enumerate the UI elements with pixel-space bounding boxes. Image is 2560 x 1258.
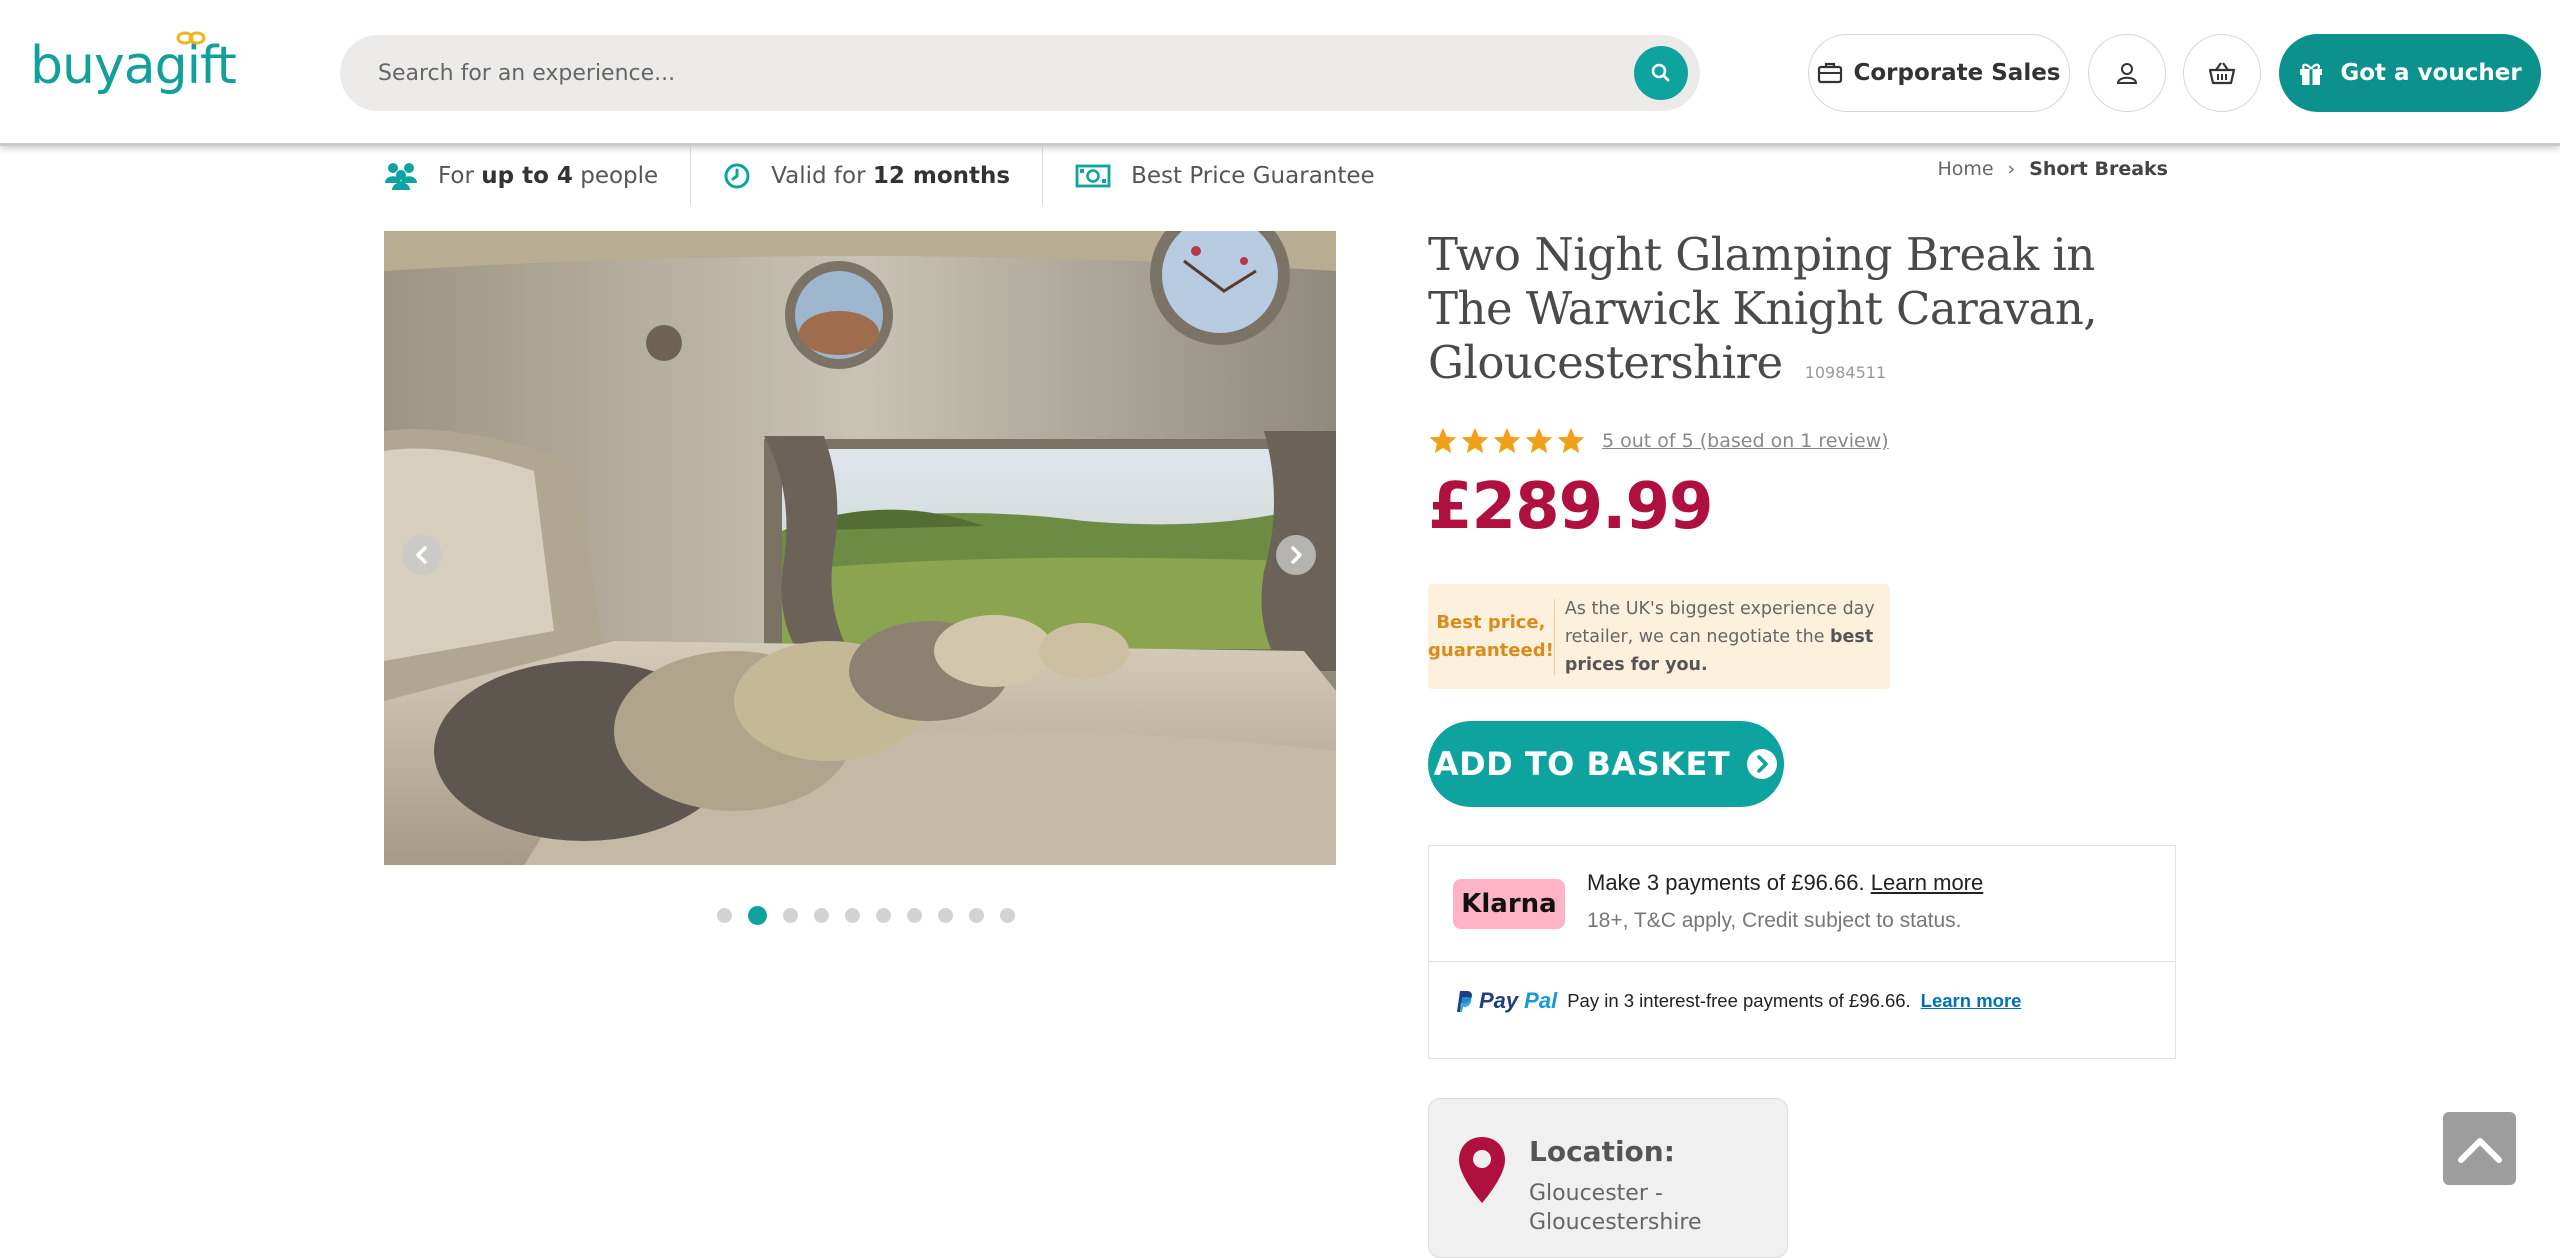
- klarna-logo: Klarna: [1453, 879, 1565, 929]
- gallery-dot[interactable]: [938, 908, 953, 923]
- gallery-next-button[interactable]: [1276, 535, 1316, 575]
- banknote-icon: [1075, 164, 1111, 188]
- gift-icon: [2300, 63, 2323, 85]
- corporate-sales-button[interactable]: Corporate Sales: [1808, 34, 2070, 112]
- site-header: buyagift Corporate Sales: [0, 0, 2560, 146]
- caravan-interior-image: [384, 231, 1336, 865]
- paypal-text: Pay in 3 interest-free payments of £96.6…: [1567, 990, 1911, 1011]
- gallery-dot[interactable]: [969, 908, 984, 923]
- chevron-right-icon: [1291, 546, 1302, 564]
- search-bar: [340, 35, 1700, 111]
- price-guarantee-text: Best Price Guarantee: [1131, 163, 1375, 189]
- product-title-text: Two Night Glamping Break in The Warwick …: [1428, 228, 2098, 389]
- breadcrumb: Home › Short Breaks: [1937, 158, 2168, 180]
- star-icon: [1557, 427, 1585, 454]
- payment-options: Klarna Make 3 payments of £96.66. Learn …: [1428, 845, 2176, 1059]
- klarna-learn-more-link[interactable]: Learn more: [1871, 870, 1984, 895]
- clock-icon: [724, 163, 750, 189]
- paypal-learn-more-link[interactable]: Learn more: [1921, 990, 2022, 1012]
- location-card: Location: Gloucester - Gloucestershire: [1428, 1098, 1788, 1258]
- user-icon: [2116, 63, 2138, 84]
- best-price-banner: Best price, guaranteed! As the UK's bigg…: [1428, 584, 1890, 689]
- product-title: Two Night Glamping Break in The Warwick …: [1428, 228, 2188, 400]
- briefcase-icon: [1818, 62, 1843, 84]
- gallery-pagination: [717, 906, 1015, 925]
- gallery-dot[interactable]: [907, 908, 922, 923]
- breadcrumb-separator: ›: [2007, 158, 2016, 180]
- buyagift-logo[interactable]: buyagift: [30, 31, 237, 96]
- people-prefix: For: [438, 163, 482, 189]
- got-a-voucher-label: Got a voucher: [2340, 60, 2522, 86]
- paypal-logo: Pay Pal: [1453, 988, 1557, 1014]
- location-value: Gloucester - Gloucestershire: [1529, 1181, 1702, 1235]
- got-a-voucher-button[interactable]: Got a voucher: [2279, 34, 2541, 112]
- star-icon: [1493, 427, 1521, 454]
- best-price-line1: Best price,: [1436, 611, 1546, 633]
- search-icon: [1651, 63, 1670, 82]
- star-icon: [1461, 427, 1489, 454]
- best-price-line2: guaranteed!: [1428, 639, 1554, 661]
- gift-bow-icon: [176, 31, 206, 45]
- price-guarantee-info: Best Price Guarantee: [1042, 147, 1407, 205]
- paypal-brand-pal: Pal: [1524, 988, 1558, 1013]
- arrow-circle-right-icon: [1747, 749, 1778, 779]
- gallery-dot[interactable]: [748, 906, 767, 925]
- people-count: up to 4: [481, 163, 573, 189]
- breadcrumb-home[interactable]: Home: [1937, 158, 1993, 180]
- valid-prefix: Valid for: [771, 163, 873, 189]
- best-price-text: As the UK's biggest experience day retai…: [1564, 598, 1875, 647]
- search-input[interactable]: [378, 35, 1608, 111]
- chevron-up-icon: [2457, 1137, 2502, 1163]
- basket-button[interactable]: [2183, 34, 2261, 112]
- best-price-label: Best price, guaranteed!: [1428, 598, 1555, 675]
- add-to-basket-label: ADD TO BASKET: [1433, 745, 1731, 783]
- map-pin-icon: [1459, 1137, 1505, 1203]
- best-price-description: As the UK's biggest experience day retai…: [1555, 595, 1890, 679]
- reviews-link[interactable]: 5 out of 5 (based on 1 review): [1602, 430, 1889, 452]
- people-icon: [385, 163, 417, 190]
- product-info-bar: For up to 4 people Valid for 12 months B…: [380, 146, 1407, 206]
- paypal-option: Pay Pal Pay in 3 interest-free payments o…: [1453, 988, 2021, 1014]
- people-info: For up to 4 people: [380, 147, 690, 205]
- gallery-dot[interactable]: [1000, 908, 1015, 923]
- rating-stars: [1428, 426, 1586, 456]
- star-icon: [1525, 427, 1553, 454]
- add-to-basket-button[interactable]: ADD TO BASKET: [1428, 721, 1784, 807]
- product-image-gallery[interactable]: [384, 231, 1336, 865]
- valid-duration: 12 months: [872, 163, 1011, 189]
- paypal-brand-pay: Pay: [1479, 988, 1519, 1013]
- klarna-option: Klarna Make 3 payments of £96.66. Learn …: [1429, 846, 2175, 962]
- search-button[interactable]: [1634, 46, 1688, 100]
- gallery-dot[interactable]: [717, 908, 732, 923]
- validity-info: Valid for 12 months: [690, 147, 1042, 205]
- product-price: £289.99: [1428, 470, 1713, 544]
- product-rating: 5 out of 5 (based on 1 review): [1428, 426, 1889, 456]
- product-sku: 10984511: [1804, 363, 1887, 382]
- gallery-dot[interactable]: [845, 908, 860, 923]
- klarna-payment-text: Make 3 payments of £96.66.: [1587, 870, 1871, 895]
- star-icon: [1429, 427, 1457, 454]
- gallery-prev-button[interactable]: [402, 535, 442, 575]
- gallery-dot[interactable]: [783, 908, 798, 923]
- breadcrumb-current[interactable]: Short Breaks: [2029, 158, 2168, 180]
- scroll-to-top-button[interactable]: [2443, 1112, 2516, 1185]
- gallery-dot[interactable]: [814, 908, 829, 923]
- klarna-terms: 18+, T&C apply, Credit subject to status…: [1587, 909, 1962, 932]
- chevron-left-icon: [416, 546, 427, 564]
- people-suffix: people: [572, 163, 659, 189]
- paypal-p-icon: [1457, 991, 1472, 1012]
- basket-icon: [2208, 62, 2236, 85]
- corporate-sales-label: Corporate Sales: [1853, 60, 2061, 86]
- gallery-dot[interactable]: [876, 908, 891, 923]
- account-button[interactable]: [2088, 34, 2166, 112]
- location-label: Location:: [1529, 1135, 1675, 1168]
